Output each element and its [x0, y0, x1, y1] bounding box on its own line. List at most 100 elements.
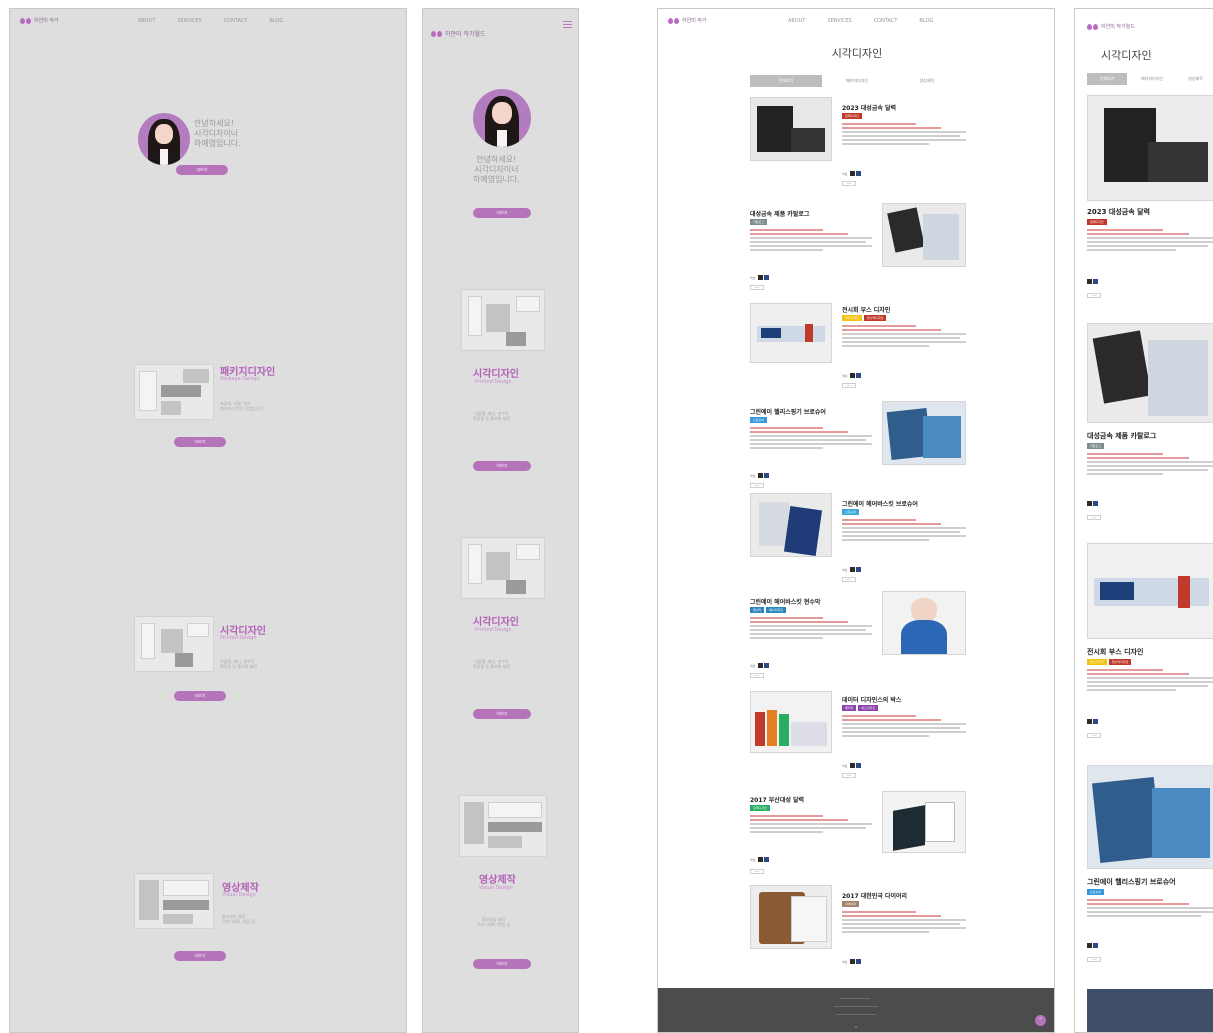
portfolio-item[interactable]: 그린에이 헬리스핑기 브로슈어 브로슈어 more: [1087, 765, 1213, 985]
portfolio-item[interactable]: 그린에이 헤어바스킷 브로슈어 브로슈어 색상 more: [750, 493, 970, 589]
logo-drops-icon: [1087, 23, 1098, 30]
portfolio-description: [750, 229, 872, 253]
more-button[interactable]: more: [750, 673, 764, 678]
nav-item-about[interactable]: ABOUT: [138, 18, 155, 24]
intro-more-button[interactable]: 더보기: [176, 165, 228, 175]
service-more-button[interactable]: 더보기: [473, 959, 531, 969]
service-more-button[interactable]: 더보기: [473, 709, 531, 719]
site-logo[interactable]: 하얀미 작가월드: [431, 29, 486, 38]
portfolio-tags: 달력디자인: [750, 805, 770, 811]
category-tabs: 전체보기 패키지디자인 영상제작: [750, 75, 962, 87]
tab-all[interactable]: 전체보기: [750, 75, 822, 87]
service-subtitle: Printed Design: [475, 627, 512, 633]
portfolio-item[interactable]: 2017 대한민국 다이어리 다이어리 색상: [750, 885, 970, 981]
tab-package[interactable]: 패키지디자인: [822, 75, 892, 87]
mobile-intro-panel: 하얀미 작가월드 안녕하세요! 시각디자이너 하예영입니다. 더보기 시각디자인…: [422, 8, 579, 1033]
portfolio-tags: 달력디자인: [1087, 219, 1107, 225]
portfolio-item[interactable]: 2023 대성금속 달력 달력디자인 more: [1087, 95, 1213, 315]
nav-item-services[interactable]: SERVICES: [827, 18, 851, 24]
service-description: 홍보영상 제작 모션그래픽, 편집 등: [222, 914, 256, 925]
page-title: 시각디자인: [1101, 49, 1152, 62]
more-button[interactable]: more: [842, 181, 856, 186]
service-thumbnail-package: [134, 364, 214, 420]
portfolio-description: [1087, 899, 1213, 919]
portfolio-description: [750, 617, 872, 641]
nav-item-contact[interactable]: CONTACT: [874, 18, 898, 24]
portfolio-tags: 카탈로그: [750, 219, 768, 225]
portfolio-item[interactable]: 2017 부산대성 달력 달력디자인 색상 more: [750, 787, 970, 883]
more-button[interactable]: more: [750, 869, 764, 874]
nav-item-services[interactable]: SERVICES: [177, 18, 201, 24]
color-swatches: 색상: [750, 275, 769, 280]
portfolio-title: 그린에이 헬리스핑기 브로슈어: [750, 409, 826, 416]
service-description: 리플렛, 배너, 현수막 편집물 및 홍보물 제작: [220, 659, 257, 670]
nav-item-contact[interactable]: CONTACT: [224, 18, 248, 24]
scroll-top-icon[interactable]: ⌃: [1035, 1015, 1046, 1026]
portfolio-item[interactable]: 대성금속 제품 카탈로그 카탈로그 more: [1087, 323, 1213, 543]
more-button[interactable]: more: [842, 773, 856, 778]
tab-package[interactable]: 패키지디자인: [1127, 73, 1177, 85]
portfolio-tags: 브로슈어: [1087, 889, 1105, 895]
service-thumbnail-printed: [134, 616, 214, 672]
tag-badge: 다이어리: [842, 901, 860, 907]
more-button[interactable]: more: [1087, 733, 1101, 738]
service-more-button[interactable]: 더보기: [174, 437, 226, 447]
tag-badge: 박스디자인: [858, 705, 879, 711]
tab-all[interactable]: 전체보기: [1087, 73, 1127, 85]
portfolio-tags: 브로슈어: [750, 417, 768, 423]
service-thumbnail-video: [134, 873, 214, 929]
desktop-intro-panel: 하얀미 작가 ABOUT SERVICES CONTACT BLOG 안녕하세요…: [9, 8, 407, 1033]
portfolio-title: 2017 대한민국 다이어리: [842, 893, 908, 900]
portfolio-item[interactable]: 대성금속 제품 카탈로그 카탈로그 색상 more: [750, 201, 970, 297]
portfolio-description: [750, 427, 872, 451]
intro-more-button[interactable]: 더보기: [473, 208, 531, 218]
portfolio-thumbnail: [1087, 765, 1213, 869]
more-button[interactable]: more: [1087, 515, 1101, 520]
portfolio-description: [1087, 669, 1213, 693]
portfolio-tags: 달력디자인: [842, 113, 862, 119]
more-button[interactable]: more: [1087, 293, 1101, 298]
portfolio-title: 그린에이 헬리스핑기 브로슈어: [1087, 878, 1176, 886]
portfolio-tags: 부스디자인 현수막디자인: [842, 315, 887, 321]
site-logo[interactable]: 하얀미 작가: [668, 17, 707, 24]
nav-item-about[interactable]: ABOUT: [788, 18, 805, 24]
top-nav: ABOUT SERVICES CONTACT BLOG: [788, 18, 933, 24]
tab-video[interactable]: 영상제작: [1177, 73, 1213, 85]
menu-icon[interactable]: [563, 21, 572, 30]
site-logo[interactable]: 하얀미 작가월드: [1087, 23, 1135, 30]
more-button[interactable]: more: [750, 285, 764, 290]
intro-greeting: 안녕하세요! 시각디자이너 하예영입니다.: [194, 119, 241, 148]
portfolio-tags: 브로슈어: [842, 509, 860, 515]
portfolio-description: [842, 715, 966, 739]
more-button[interactable]: more: [1087, 957, 1101, 962]
color-swatches: [1087, 279, 1098, 284]
more-button[interactable]: more: [842, 383, 856, 388]
portfolio-item[interactable]: 데이터 디자인스의 박스 패키지 박스디자인 색상 more: [750, 689, 970, 785]
portfolio-item[interactable]: 그린에이 헤어바스킷 현수막 현수막 배너디자인 색상 more: [750, 589, 970, 685]
portfolio-thumbnail: [1087, 543, 1213, 639]
service-title: 시각디자인: [473, 369, 519, 380]
portfolio-thumbnail: [882, 591, 966, 655]
site-logo[interactable]: 하얀미 작가: [20, 17, 59, 24]
portfolio-thumbnail: [1087, 323, 1213, 423]
color-swatches: 색상: [750, 473, 769, 478]
portfolio-item[interactable]: 그린에이 헬리스핑기 브로슈어 브로슈어 색상 more: [750, 399, 970, 495]
logo-text: 하얀미 작가월드: [445, 31, 486, 38]
service-more-button[interactable]: 더보기: [174, 691, 226, 701]
service-more-button[interactable]: 더보기: [473, 461, 531, 471]
portfolio-item[interactable]: 2023 대성금속 달력 달력디자인 색상 more: [750, 97, 970, 193]
service-subtitle: Visual Design: [479, 885, 513, 891]
portfolio-item[interactable]: 전시회 부스 디자인 부스디자인 현수막디자인 색상 more: [750, 299, 970, 395]
portfolio-title: 전시회 부스 디자인: [1087, 648, 1144, 656]
portfolio-title: 2023 대성금속 달력: [842, 105, 896, 112]
portfolio-tags: 패키지 박스디자인: [842, 705, 879, 711]
service-more-button[interactable]: 더보기: [174, 951, 226, 961]
more-button[interactable]: more: [842, 577, 856, 582]
tab-video[interactable]: 영상제작: [892, 75, 962, 87]
nav-item-blog[interactable]: BLOG: [919, 18, 933, 24]
tag-badge: 배너디자인: [766, 607, 787, 613]
more-button[interactable]: more: [750, 483, 764, 488]
portfolio-item[interactable]: 전시회 부스 디자인 부스디자인 현수막디자인 more: [1087, 543, 1213, 763]
tag-badge: 현수막디자인: [1108, 659, 1132, 665]
nav-item-blog[interactable]: BLOG: [269, 18, 283, 24]
